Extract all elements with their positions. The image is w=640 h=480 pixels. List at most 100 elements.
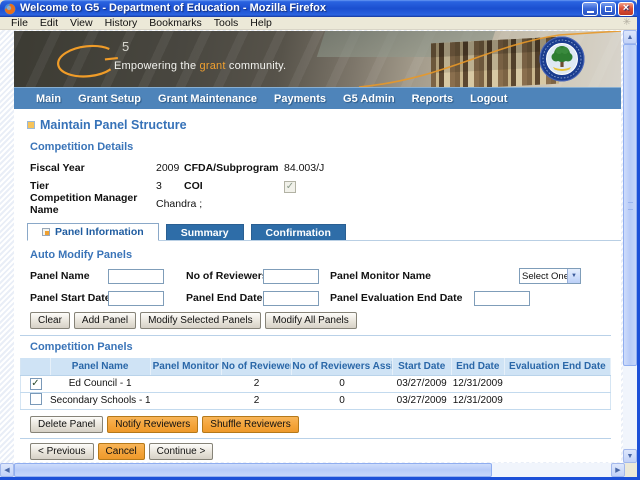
tier-label: Tier	[30, 180, 50, 192]
col-end-date: End Date	[451, 358, 505, 376]
clear-button[interactable]: Clear	[30, 312, 70, 329]
auto-modify-panels-heading: Auto Modify Panels	[30, 249, 133, 261]
window-title: Welcome to G5 - Department of Education …	[20, 2, 326, 14]
cell-end-date: 12/31/2009	[451, 375, 505, 393]
panel-monitor-select[interactable]: Select One ▼	[519, 268, 581, 284]
panel-evaluation-end-date-input[interactable]	[474, 290, 530, 306]
row-checkbox[interactable]: ✓	[29, 377, 42, 390]
browser-window: Welcome to G5 - Department of Education …	[0, 0, 640, 480]
modify-selected-panels-button[interactable]: Modify Selected Panels	[140, 312, 261, 329]
no-of-reviewers-input[interactable]	[263, 268, 319, 284]
horizontal-scroll-track[interactable]	[14, 463, 611, 477]
menu-history[interactable]: History	[99, 17, 144, 30]
cell-no-of-reviewers-assigned: 0	[291, 392, 393, 410]
menu-edit[interactable]: Edit	[34, 17, 64, 30]
page-title-bullet-icon	[27, 121, 35, 129]
row-checkbox[interactable]	[29, 393, 42, 405]
coi-label: COI	[184, 180, 203, 192]
fiscal-year-value: 2009	[156, 162, 180, 174]
competition-details-heading: Competition Details	[30, 141, 134, 153]
tab-summary[interactable]: Summary	[165, 224, 244, 240]
main-panel: 5 Empowering the grant community. Main G…	[14, 31, 621, 462]
nav-g5-admin[interactable]: G5 Admin	[343, 93, 395, 105]
tab-strip: Panel Information Summary Confirmation	[27, 223, 621, 241]
banner-tagline: Empowering the grant community.	[114, 60, 287, 72]
menu-file[interactable]: File	[5, 17, 34, 30]
nav-payments[interactable]: Payments	[274, 93, 326, 105]
cell-end-date: 12/31/2009	[451, 392, 505, 410]
restore-button[interactable]	[600, 1, 616, 16]
panel-end-date-input[interactable]	[263, 290, 319, 306]
nav-grant-setup[interactable]: Grant Setup	[78, 93, 141, 105]
menu-bar: File Edit View History Bookmarks Tools H…	[0, 17, 637, 30]
tab-panel-information[interactable]: Panel Information	[27, 223, 159, 241]
close-button[interactable]: ×	[618, 1, 634, 16]
vertical-scrollbar[interactable]: ▲ ▼	[623, 30, 637, 463]
nav-reports[interactable]: Reports	[412, 93, 454, 105]
modify-all-panels-button[interactable]: Modify All Panels	[264, 312, 357, 329]
panel-monitor-select-value: Select One	[522, 270, 567, 282]
nav-main[interactable]: Main	[36, 93, 61, 105]
col-no-of-reviewers: No of Reviewers	[221, 358, 293, 376]
scroll-down-icon[interactable]: ▼	[623, 449, 637, 463]
competition-manager-label: Competition Manager Name	[30, 192, 138, 216]
tier-value: 3	[156, 180, 162, 192]
g5-logo-sup: 5	[122, 39, 129, 54]
main-nav-bar: Main Grant Setup Grant Maintenance Payme…	[14, 87, 621, 109]
panel-end-date-label: Panel End Date	[186, 292, 263, 304]
panel-name-label: Panel Name	[30, 270, 90, 282]
vertical-scroll-track[interactable]	[623, 44, 637, 449]
title-bar[interactable]: Welcome to G5 - Department of Education …	[0, 0, 637, 17]
tab-confirmation[interactable]: Confirmation	[250, 224, 346, 240]
col-panel-monitor: Panel Monitor	[150, 358, 222, 376]
nav-grant-maintenance[interactable]: Grant Maintenance	[158, 93, 257, 105]
col-start-date: Start Date	[392, 358, 452, 376]
department-of-education-seal	[539, 36, 585, 82]
shuffle-reviewers-button[interactable]: Shuffle Reviewers	[202, 415, 299, 433]
coi-checkbox: ✓	[284, 180, 296, 193]
continue-button[interactable]: Continue >	[148, 442, 214, 460]
tab-panel-icon	[42, 228, 50, 236]
table-row: ✓ Ed Council - 1 2 0 03/27/2009 12/31/20…	[20, 375, 611, 393]
cell-no-of-reviewers: 2	[221, 392, 292, 410]
delete-panel-button[interactable]: Delete Panel	[30, 415, 104, 433]
competition-details: Fiscal Year 2009 CFDA/Subprogram 84.003/…	[30, 159, 621, 216]
cell-panel-monitor	[150, 392, 222, 410]
scroll-right-icon[interactable]: ▶	[611, 463, 625, 477]
scroll-up-icon[interactable]: ▲	[623, 30, 637, 44]
menu-help[interactable]: Help	[244, 17, 278, 30]
table-row: Secondary Schools - 1 2 0 03/27/2009 12/…	[20, 392, 611, 410]
cell-no-of-reviewers-assigned: 0	[291, 375, 393, 393]
horizontal-scroll-thumb[interactable]	[14, 463, 492, 477]
no-of-reviewers-label: No of Reviewers	[186, 270, 268, 282]
cell-evaluation-end-date	[504, 392, 611, 410]
chevron-down-icon: ▼	[567, 269, 580, 283]
scroll-left-icon[interactable]: ◀	[0, 463, 14, 477]
previous-button[interactable]: < Previous	[30, 442, 94, 460]
horizontal-scrollbar[interactable]: ◀ ▶	[0, 463, 637, 477]
menu-view[interactable]: View	[64, 17, 99, 30]
nav-logout[interactable]: Logout	[470, 93, 507, 105]
cell-panel-name: Ed Council - 1	[50, 375, 151, 393]
menu-bookmarks[interactable]: Bookmarks	[143, 17, 208, 30]
col-panel-name: Panel Name	[50, 358, 151, 376]
page-title: Maintain Panel Structure	[40, 118, 187, 132]
cell-no-of-reviewers: 2	[221, 375, 292, 393]
competition-panels-heading: Competition Panels	[30, 341, 133, 353]
vertical-scroll-thumb[interactable]	[623, 44, 637, 366]
cancel-button[interactable]: Cancel	[97, 442, 145, 460]
cell-start-date: 03/27/2009	[392, 375, 452, 393]
panel-name-input[interactable]	[108, 268, 164, 284]
menu-tools[interactable]: Tools	[208, 17, 245, 30]
select-all-column-header	[20, 358, 51, 376]
panel-start-date-input[interactable]	[108, 290, 164, 306]
cell-evaluation-end-date	[504, 375, 611, 393]
section-divider	[20, 335, 611, 336]
panel-monitor-name-label: Panel Monitor Name	[330, 270, 431, 282]
minimize-button[interactable]	[582, 1, 598, 16]
cfda-value: 84.003/J	[284, 162, 325, 174]
notify-reviewers-button[interactable]: Notify Reviewers	[107, 415, 199, 433]
competition-manager-value: Chandra ;	[156, 198, 203, 210]
cell-panel-monitor	[150, 375, 222, 393]
add-panel-button[interactable]: Add Panel	[73, 312, 137, 329]
